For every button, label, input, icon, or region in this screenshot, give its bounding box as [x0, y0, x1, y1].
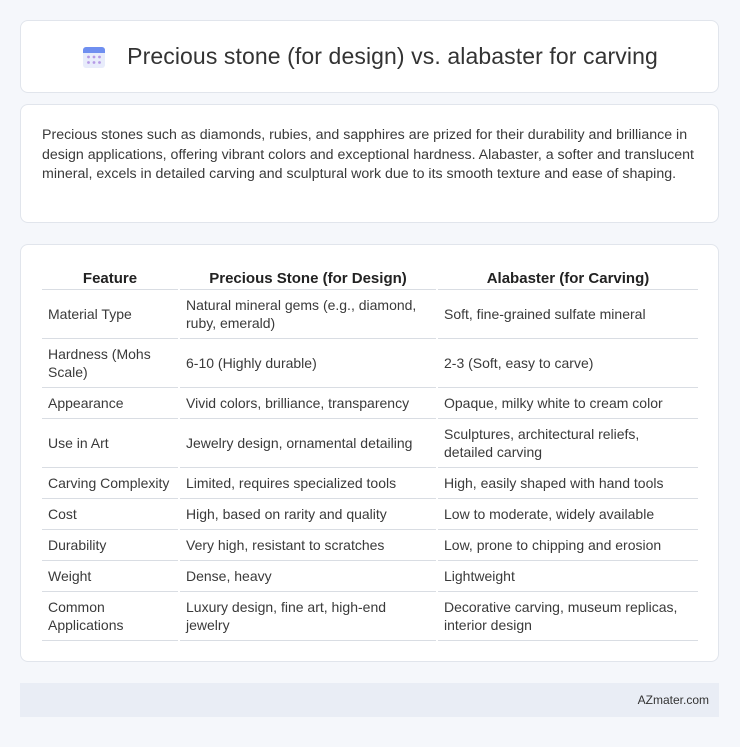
alabaster-cell: Decorative carving, museum replicas, int… [438, 592, 698, 641]
table-row: Common Applications Luxury design, fine … [42, 592, 698, 641]
precious-stone-cell: Luxury design, fine art, high-end jewelr… [180, 592, 436, 641]
alabaster-cell: Low, prone to chipping and erosion [438, 530, 698, 561]
footer-site-name: AZmater.com [637, 693, 709, 707]
feature-cell: Appearance [42, 388, 178, 419]
precious-stone-cell: Natural mineral gems (e.g., diamond, rub… [180, 290, 436, 339]
precious-stone-cell: Dense, heavy [180, 561, 436, 592]
precious-stone-cell: Jewelry design, ornamental detailing [180, 419, 436, 468]
precious-stone-cell: Vivid colors, brilliance, transparency [180, 388, 436, 419]
table-row: Hardness (Mohs Scale) 6-10 (Highly durab… [42, 339, 698, 388]
table-row: Durability Very high, resistant to scrat… [42, 530, 698, 561]
table-row: Appearance Vivid colors, brilliance, tra… [42, 388, 698, 419]
alabaster-cell: Soft, fine-grained sulfate mineral [438, 290, 698, 339]
table-row: Cost High, based on rarity and quality L… [42, 499, 698, 530]
alabaster-cell: Opaque, milky white to cream color [438, 388, 698, 419]
intro-card: Precious stones such as diamonds, rubies… [20, 104, 719, 223]
calendar-icon [81, 44, 107, 70]
page-title: Precious stone (for design) vs. alabaste… [127, 43, 658, 69]
footer: AZmater.com [20, 683, 719, 717]
alabaster-cell: Lightweight [438, 561, 698, 592]
feature-cell: Weight [42, 561, 178, 592]
alabaster-cell: 2-3 (Soft, easy to carve) [438, 339, 698, 388]
feature-cell: Cost [42, 499, 178, 530]
column-header-feature: Feature [42, 266, 178, 290]
table-row: Use in Art Jewelry design, ornamental de… [42, 419, 698, 468]
comparison-table: Feature Precious Stone (for Design) Alab… [40, 266, 700, 641]
feature-cell: Hardness (Mohs Scale) [42, 339, 178, 388]
alabaster-cell: High, easily shaped with hand tools [438, 468, 698, 499]
alabaster-cell: Sculptures, architectural reliefs, detai… [438, 419, 698, 468]
table-row: Material Type Natural mineral gems (e.g.… [42, 290, 698, 339]
title-card: Precious stone (for design) vs. alabaste… [20, 20, 719, 93]
table-header-row: Feature Precious Stone (for Design) Alab… [42, 266, 698, 290]
table-row: Carving Complexity Limited, requires spe… [42, 468, 698, 499]
precious-stone-cell: 6-10 (Highly durable) [180, 339, 436, 388]
alabaster-cell: Low to moderate, widely available [438, 499, 698, 530]
feature-cell: Material Type [42, 290, 178, 339]
feature-cell: Durability [42, 530, 178, 561]
column-header-alabaster: Alabaster (for Carving) [438, 266, 698, 290]
feature-cell: Use in Art [42, 419, 178, 468]
intro-paragraph: Precious stones such as diamonds, rubies… [42, 127, 694, 182]
precious-stone-cell: Very high, resistant to scratches [180, 530, 436, 561]
feature-cell: Carving Complexity [42, 468, 178, 499]
precious-stone-cell: High, based on rarity and quality [180, 499, 436, 530]
comparison-card: Feature Precious Stone (for Design) Alab… [20, 244, 719, 662]
feature-cell: Common Applications [42, 592, 178, 641]
precious-stone-cell: Limited, requires specialized tools [180, 468, 436, 499]
table-row: Weight Dense, heavy Lightweight [42, 561, 698, 592]
column-header-precious-stone: Precious Stone (for Design) [180, 266, 436, 290]
